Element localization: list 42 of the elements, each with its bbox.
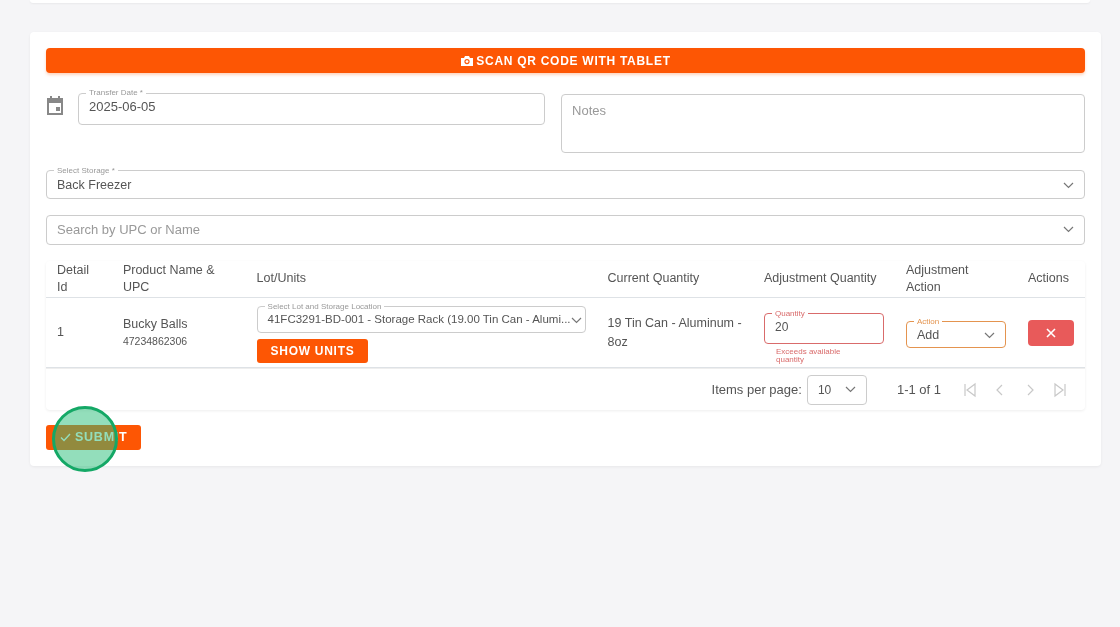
search-input[interactable]: Search by UPC or Name	[57, 219, 1063, 240]
chevron-down-icon	[984, 331, 995, 339]
lot-select[interactable]: Select Lot and Storage Location 41FC3291-BD-001 - Storage Rack (19.00 Tin Can - Alumi...	[256, 302, 586, 333]
notes-field[interactable]: Notes	[561, 94, 1085, 153]
chevron-down-icon	[1063, 226, 1074, 233]
product-name: Bucky Balls	[122, 316, 189, 334]
first-page-icon	[962, 381, 978, 398]
page-size-select[interactable]: 10	[806, 374, 867, 405]
column-header: Adjustment Quantity	[753, 260, 895, 298]
table-cell: 19 Tin Can - Aluminum - 8oz	[596, 297, 753, 368]
upc-code: 47234862306	[122, 334, 189, 349]
column-header: Detail Id	[46, 260, 112, 298]
floating-label: Transfer Date *	[88, 89, 144, 97]
column-header: Actions	[1017, 260, 1085, 298]
delete-button[interactable]	[1028, 319, 1074, 346]
camera-icon	[460, 54, 475, 67]
error-message: Exceeds available quantity	[776, 347, 842, 364]
action-select[interactable]: Action Add	[906, 317, 1006, 348]
floating-label: Quantity	[774, 309, 806, 318]
quantity-field[interactable]: Quantity 20	[764, 309, 884, 344]
column-header: Lot/Units	[245, 260, 597, 298]
chevron-down-icon	[844, 386, 856, 393]
column-header: Current Quantity	[596, 260, 753, 298]
chevron-down-icon	[1063, 181, 1074, 189]
last-page-icon	[1052, 381, 1068, 398]
page-range: 1-1 of 1	[896, 380, 941, 399]
storage-select[interactable]: Select Storage * Back Freezer	[46, 166, 1085, 199]
date-input[interactable]: 2025-06-05	[89, 97, 535, 117]
table-cell: 1	[46, 297, 112, 368]
items-per-page-label: Items per page:	[711, 380, 802, 399]
calendar-icon	[46, 95, 64, 115]
search-field[interactable]: Search by UPC or Name	[46, 214, 1085, 245]
check-icon	[60, 433, 71, 442]
quantity-input[interactable]: 20	[775, 317, 873, 336]
column-header: Adjustment Action	[895, 260, 1017, 298]
floating-label: Select Storage *	[56, 166, 116, 175]
column-header: Product Name & UPC	[111, 260, 246, 298]
close-icon	[1046, 327, 1056, 338]
date-field[interactable]: Transfer Date * 2025-06-05	[78, 89, 546, 125]
floating-label: Action	[916, 317, 941, 326]
chevron-down-icon	[570, 316, 582, 324]
floating-label: Select Lot and Storage Location	[266, 302, 383, 311]
